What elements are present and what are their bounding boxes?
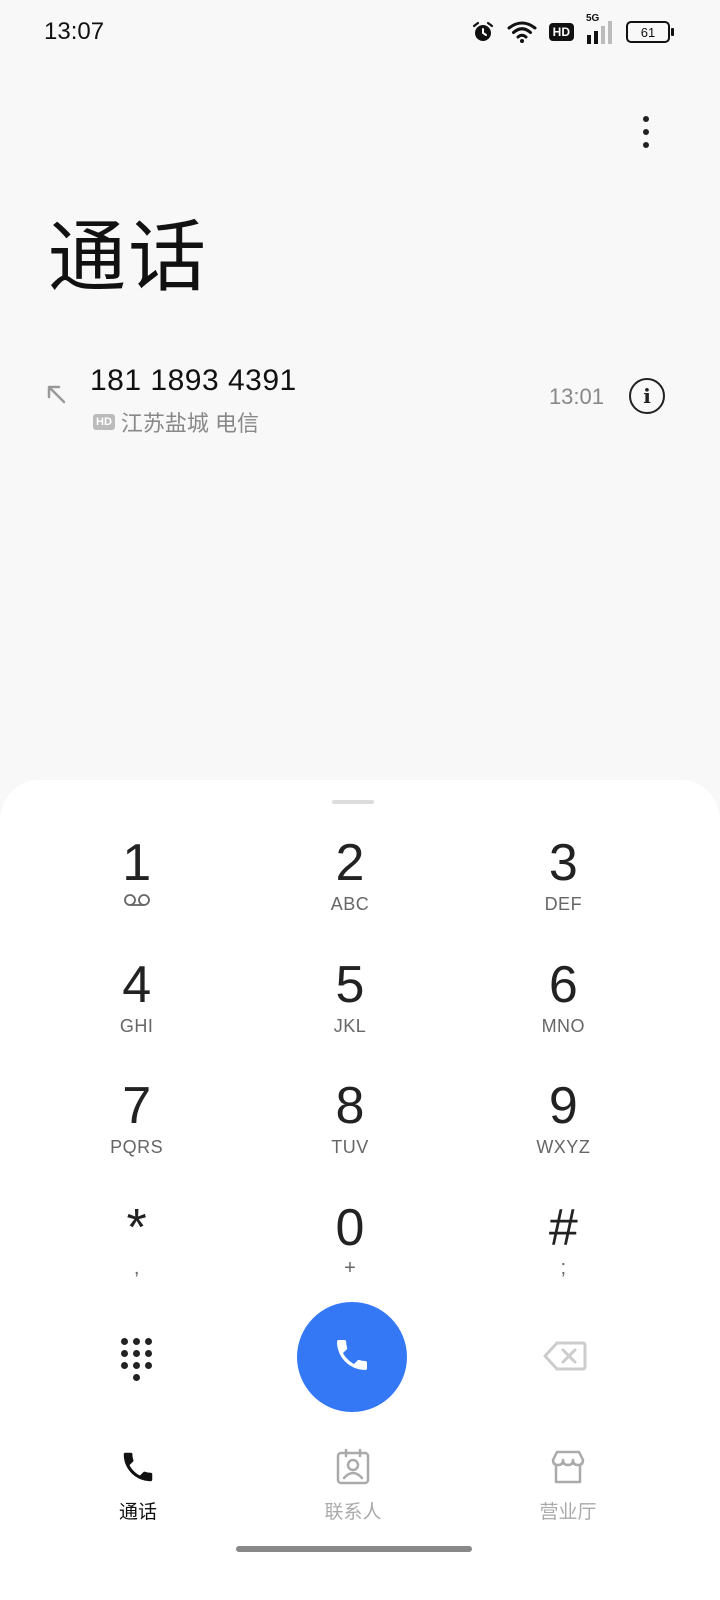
key-letters: GHI xyxy=(119,1015,154,1036)
outgoing-call-arrow-icon xyxy=(44,382,68,411)
battery-icon: 61 xyxy=(626,21,674,43)
key-symbol: + xyxy=(344,1256,356,1279)
nav-label: 通话 xyxy=(118,1502,157,1523)
nav-tab-calls[interactable]: 通话 xyxy=(68,1448,208,1524)
key-symbol: , xyxy=(133,1256,140,1279)
more-vertical-icon-dot xyxy=(643,116,649,122)
key-star[interactable]: * , xyxy=(30,1190,243,1312)
key-digit: 5 xyxy=(335,955,365,1014)
key-digit: # xyxy=(548,1198,578,1257)
network-type: 5G xyxy=(586,13,600,24)
more-vertical-icon-dot xyxy=(643,142,649,148)
call-location: 江苏盐城 电信 xyxy=(120,411,260,436)
more-options-button[interactable] xyxy=(632,112,660,152)
key-5[interactable]: 5 JKL xyxy=(243,947,456,1069)
call-subtitle: HD 江苏盐城 电信 xyxy=(93,406,259,438)
wifi-icon xyxy=(507,20,537,44)
key-9[interactable]: 9 WXYZ xyxy=(457,1068,670,1190)
key-digit: 6 xyxy=(548,955,578,1014)
bottom-nav: 通话 联系人 营业厅 xyxy=(0,1440,720,1530)
alarm-icon xyxy=(471,20,495,44)
info-icon: i xyxy=(643,384,651,408)
dialpad-icon[interactable] xyxy=(121,1338,157,1381)
hd-icon: HD xyxy=(548,23,574,41)
key-letters: WXYZ xyxy=(536,1137,591,1157)
sheet-handle[interactable] xyxy=(332,800,374,804)
status-time: 13:07 xyxy=(44,18,105,45)
key-letters: ABC xyxy=(330,894,370,914)
status-icons: HD 5G 61 xyxy=(471,13,674,48)
key-digit: 9 xyxy=(548,1077,578,1135)
phone-icon xyxy=(119,1448,157,1491)
call-button[interactable] xyxy=(297,1302,407,1412)
key-digit: 7 xyxy=(122,1077,152,1135)
call-log-row[interactable]: 181 1893 4391 HD 江苏盐城 电信 13:01 i xyxy=(0,350,720,450)
key-8[interactable]: 8 TUV xyxy=(243,1068,456,1190)
signal-icon: 5G xyxy=(586,13,614,45)
key-letters: TUV xyxy=(331,1137,369,1157)
nav-label: 营业厅 xyxy=(539,1502,597,1523)
key-digit: 1 xyxy=(122,834,152,892)
status-bar: 13:07 HD 5G 61 xyxy=(0,0,720,64)
key-0[interactable]: 0 + xyxy=(243,1190,456,1312)
key-digit: * xyxy=(126,1198,147,1257)
more-vertical-icon-dot xyxy=(643,129,649,135)
key-digit: 3 xyxy=(548,834,578,892)
nav-tab-contacts[interactable]: 联系人 xyxy=(283,1448,423,1524)
store-icon xyxy=(549,1448,587,1491)
key-2[interactable]: 2 ABC xyxy=(243,825,456,947)
key-digit: 8 xyxy=(335,1077,365,1135)
nav-tab-store[interactable]: 营业厅 xyxy=(498,1448,638,1524)
battery-level: 61 xyxy=(640,24,656,40)
key-letters: JKL xyxy=(333,1015,367,1036)
page-title: 通话 xyxy=(48,213,209,301)
hd-call-badge: HD xyxy=(93,414,115,430)
contacts-icon xyxy=(334,1448,372,1491)
home-indicator[interactable] xyxy=(236,1546,472,1552)
backspace-button[interactable] xyxy=(543,1340,587,1377)
key-digit: 0 xyxy=(335,1198,365,1257)
key-4[interactable]: 4 GHI xyxy=(30,947,243,1069)
key-7[interactable]: 7 PQRS xyxy=(30,1068,243,1190)
key-digit: 4 xyxy=(122,955,152,1014)
key-symbol: ; xyxy=(560,1256,567,1279)
key-letters: DEF xyxy=(544,894,583,914)
call-time: 13:01 xyxy=(548,384,604,409)
key-6[interactable]: 6 MNO xyxy=(457,947,670,1069)
phone-icon xyxy=(332,1335,372,1380)
key-hash[interactable]: # ; xyxy=(457,1190,670,1312)
key-letters: MNO xyxy=(541,1015,586,1036)
key-1[interactable]: 1 xyxy=(30,825,243,947)
key-digit: 2 xyxy=(335,834,365,892)
keypad: 1 2 ABC 3 DEF 4 GHI 5 JKL 6 MNO 7 PQRS 8… xyxy=(30,825,670,1311)
backspace-icon xyxy=(543,1341,587,1376)
call-number: 181 1893 4391 xyxy=(90,364,297,397)
voicemail-icon xyxy=(123,893,151,912)
info-button[interactable]: i xyxy=(629,378,665,414)
key-letters: PQRS xyxy=(110,1137,164,1157)
key-3[interactable]: 3 DEF xyxy=(457,825,670,947)
nav-label: 联系人 xyxy=(324,1502,382,1523)
dial-actions xyxy=(0,1302,720,1412)
